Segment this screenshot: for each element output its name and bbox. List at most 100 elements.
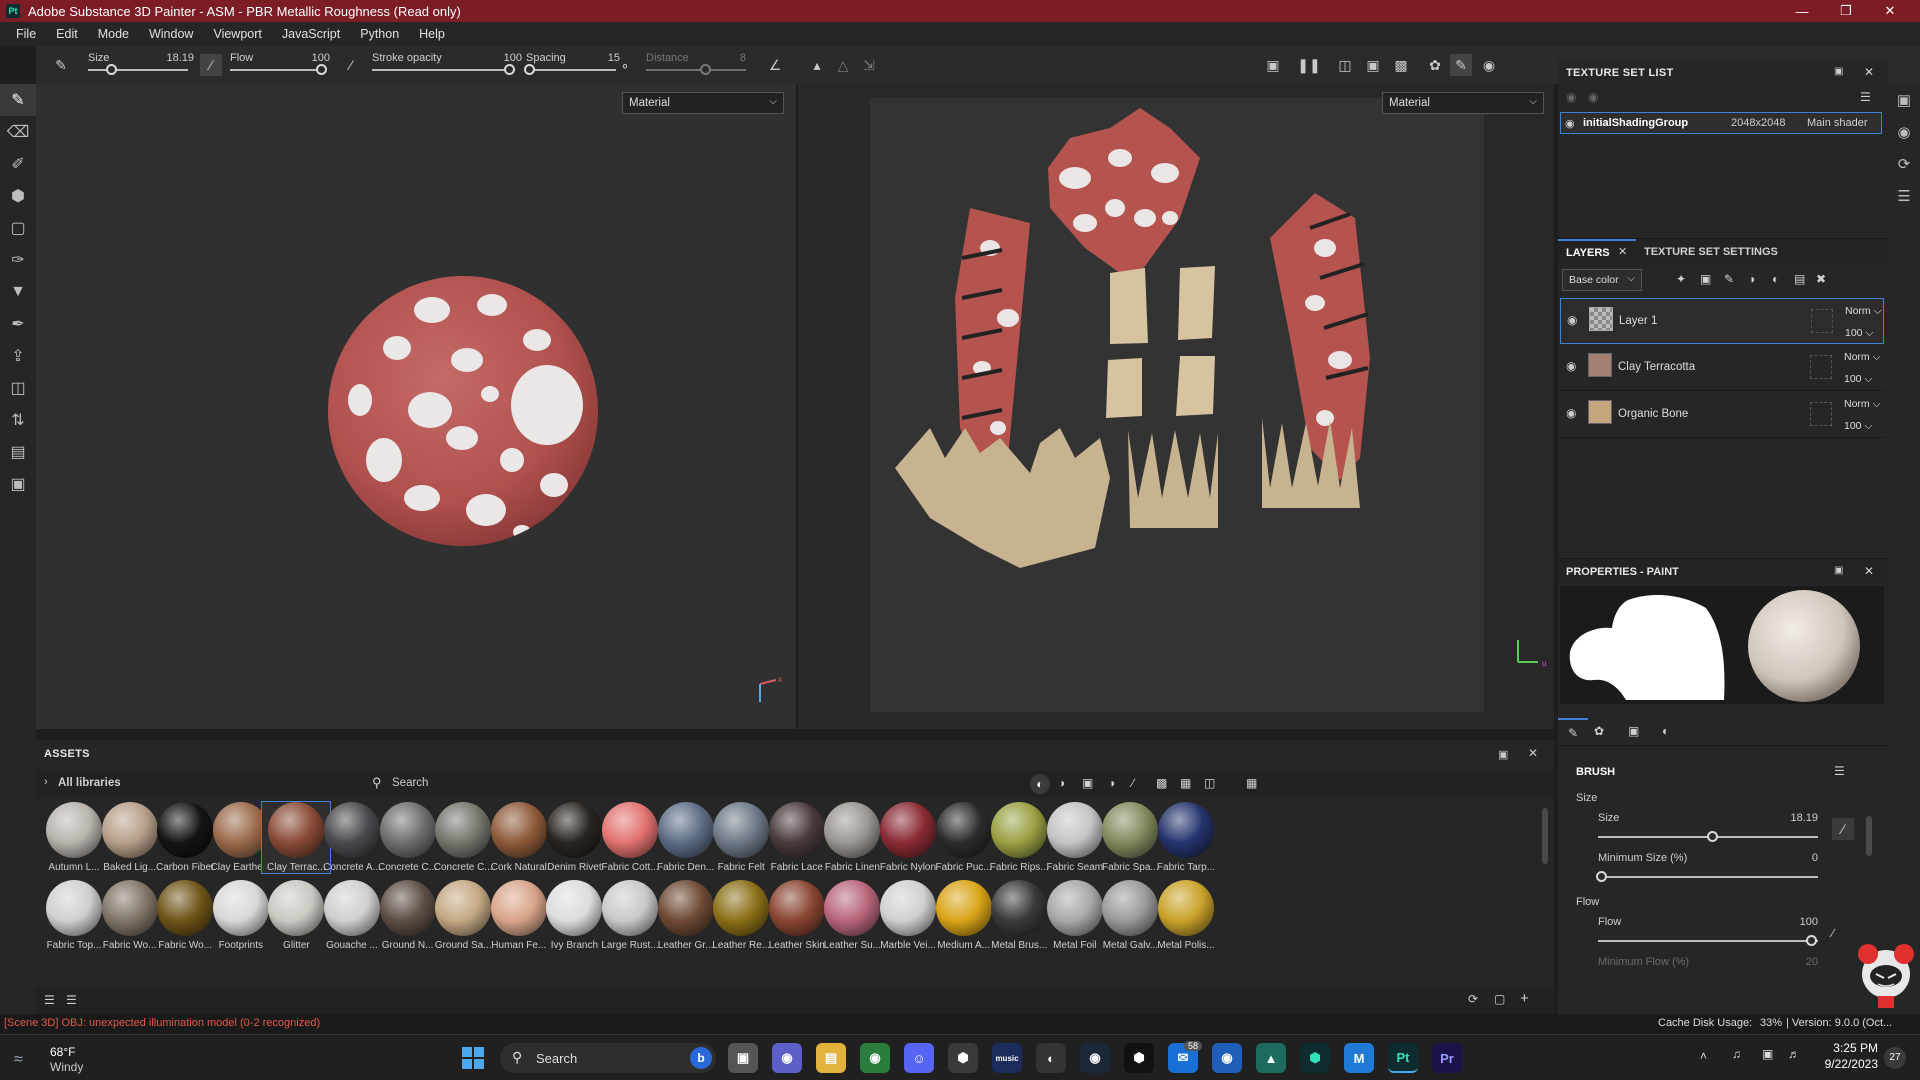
menu-edit[interactable]: Edit xyxy=(46,27,88,41)
measure-icon[interactable]: ▤ xyxy=(0,436,36,468)
file-explorer-icon[interactable]: ▤ xyxy=(816,1043,846,1073)
clock-time[interactable]: 3:25 PM xyxy=(1818,1041,1878,1055)
color-picker-icon[interactable]: ✒ xyxy=(0,308,36,340)
maximize-button[interactable]: ❐ xyxy=(1824,0,1868,22)
flow-knob[interactable] xyxy=(316,64,327,75)
menu-python[interactable]: Python xyxy=(350,27,409,41)
distance-knob[interactable] xyxy=(700,64,712,75)
close-icon[interactable]: ✕ xyxy=(1864,65,1874,79)
minimize-button[interactable]: — xyxy=(1780,0,1824,22)
layer-row[interactable]: ◉ Organic Bone Norm ⌵ 100 ⌵ xyxy=(1560,392,1884,438)
layer-row[interactable]: ◉ Layer 1 Norm ⌵ 100 ⌵ xyxy=(1560,298,1884,344)
add-fill-layer-icon[interactable]: ◑ xyxy=(1748,272,1755,286)
hide-selection-icon[interactable]: ▣ xyxy=(1262,54,1284,76)
menu-file[interactable]: File xyxy=(6,27,46,41)
chrome-icon[interactable]: ◉ xyxy=(860,1043,890,1073)
viewport-2d[interactable]: Material ⌵ u xyxy=(798,84,1554,729)
eraser-icon[interactable]: ⌫ xyxy=(0,116,36,148)
pause-icon[interactable]: ❚❚ xyxy=(1297,54,1320,76)
substance-painter-icon[interactable]: Pt xyxy=(1388,1043,1418,1073)
eye-icon[interactable]: ◉ xyxy=(1566,406,1576,420)
menu-help[interactable]: Help xyxy=(409,27,455,41)
polygon-fill-icon[interactable]: ⬢ xyxy=(0,180,36,212)
smudge-icon[interactable]: ✑ xyxy=(0,244,36,276)
lazy-mouse-icon[interactable]: ∘ xyxy=(614,54,636,76)
add-asset-icon[interactable]: + xyxy=(1520,990,1529,1007)
spacing-knob[interactable] xyxy=(524,64,535,75)
history-icon[interactable]: ⟳ xyxy=(1888,148,1920,180)
brush-preset-icon[interactable]: ✎ xyxy=(50,54,72,76)
steam-icon[interactable]: ◉ xyxy=(1080,1043,1110,1073)
angle-icon[interactable]: ∠ xyxy=(764,54,786,76)
geometry-mask-icon[interactable]: ▢ xyxy=(0,212,36,244)
camera-icon[interactable]: ▩ xyxy=(1390,54,1412,76)
library-selector[interactable]: All libraries xyxy=(58,777,121,789)
status-error-message[interactable]: [Scene 3D] OBJ: unexpected illumination … xyxy=(4,1017,320,1029)
eye-icon[interactable]: ◉ xyxy=(1565,117,1575,130)
filter-alphas-icon[interactable]: ▦ xyxy=(1180,776,1191,790)
tree-view-icon[interactable]: ☰ xyxy=(66,993,77,1007)
undock-icon[interactable]: ▣ xyxy=(1834,565,1843,576)
clone-stamp-icon[interactable]: ▼ xyxy=(0,276,36,308)
clock-date[interactable]: 9/22/2023 xyxy=(1808,1057,1878,1071)
menu-window[interactable]: Window xyxy=(139,27,203,41)
eye-icon[interactable]: ◉ xyxy=(1567,313,1577,327)
premiere-pro-icon[interactable]: Pr xyxy=(1432,1043,1462,1073)
filter-masks-icon[interactable]: ▣ xyxy=(1082,776,1093,790)
prop-min-size-knob[interactable] xyxy=(1596,871,1607,882)
assets-search-input[interactable]: Search xyxy=(392,777,428,789)
close-tab-icon[interactable]: ✕ xyxy=(1618,245,1627,258)
add-folder-icon[interactable]: ▤ xyxy=(1794,272,1805,286)
visibility-off-icon[interactable]: ◉ xyxy=(1566,90,1576,104)
epic-games-icon[interactable]: ⬢ xyxy=(1124,1043,1154,1073)
stencil-tab-icon[interactable]: ◐ xyxy=(1662,724,1669,738)
projection-icon[interactable]: ✐ xyxy=(0,148,36,180)
flow-pressure-icon[interactable]: ∕ xyxy=(340,54,362,76)
assets-undock-icon[interactable]: ▣ xyxy=(1498,748,1508,761)
material-tab-icon[interactable]: ✿ xyxy=(1594,724,1604,738)
assets-close-icon[interactable]: ✕ xyxy=(1528,746,1538,760)
opacity-field[interactable]: 100 ⌵ xyxy=(1844,373,1872,386)
delete-layer-icon[interactable]: ✖ xyxy=(1816,272,1826,286)
menu-mode[interactable]: Mode xyxy=(88,27,139,41)
layer-row[interactable]: ◉ Clay Terracotta Norm ⌵ 100 ⌵ xyxy=(1560,345,1884,391)
symmetry-icon[interactable]: ▴ xyxy=(806,54,828,76)
speaker-icon[interactable]: ♬ xyxy=(1788,1047,1800,1061)
viewport-3d-channel-dropdown[interactable]: Material ⌵ xyxy=(622,92,784,114)
opacity-field[interactable]: 100 ⌵ xyxy=(1845,327,1873,340)
chevron-right-icon[interactable]: › xyxy=(44,776,48,788)
undock-icon[interactable]: ▣ xyxy=(1834,66,1843,77)
prop-size-knob[interactable] xyxy=(1707,831,1719,842)
filter-brushes-icon[interactable]: ∕ xyxy=(1132,776,1134,790)
blend-mode-dropdown[interactable]: Norm ⌵ xyxy=(1844,398,1881,411)
display-icon[interactable]: ▣ xyxy=(1762,1047,1773,1061)
maya-icon[interactable]: M xyxy=(1344,1043,1374,1073)
taskbar-search-box[interactable]: ⚲ Search b xyxy=(500,1043,716,1073)
substance-designer-icon[interactable]: ⬢ xyxy=(1300,1043,1330,1073)
filter-materials-icon[interactable]: ◐ xyxy=(1030,774,1050,794)
preset-menu-icon[interactable]: ☰ xyxy=(1834,764,1845,778)
filter-textures-icon[interactable]: ▩ xyxy=(1156,776,1167,790)
amazon-music-icon[interactable]: music xyxy=(992,1043,1022,1073)
pen-pressure-icon[interactable]: ∕ xyxy=(200,54,222,76)
3d-view-icon[interactable]: ▣ xyxy=(1362,54,1384,76)
obs-icon[interactable]: ◐ xyxy=(1036,1043,1066,1073)
refresh-icon[interactable]: ⟳ xyxy=(1468,992,1478,1006)
flow-pressure-icon[interactable]: ∕ xyxy=(1832,926,1834,940)
add-paint-layer-icon[interactable]: ✎ xyxy=(1724,272,1734,286)
filter-filters-icon[interactable]: ◑ xyxy=(1108,776,1115,790)
windows-start-icon[interactable] xyxy=(458,1043,488,1073)
maps-icon[interactable]: ▲ xyxy=(1256,1043,1286,1073)
brush-tab-icon[interactable]: ✎ xyxy=(1558,718,1588,746)
layer-mask-slot[interactable] xyxy=(1810,355,1832,379)
add-mask-icon[interactable]: ▣ xyxy=(1700,272,1711,286)
size-pressure-icon[interactable]: ∕ xyxy=(1832,818,1854,840)
eye-icon[interactable]: ◉ xyxy=(1588,90,1598,104)
teams-icon[interactable]: ◉ xyxy=(772,1043,802,1073)
close-icon[interactable]: ✕ xyxy=(1864,564,1874,578)
display-settings-icon[interactable]: ▣ xyxy=(1888,84,1920,116)
channel-dropdown[interactable]: Base color ⌵ xyxy=(1562,269,1642,291)
bake-icon[interactable]: ✿ xyxy=(1424,54,1446,76)
blend-mode-dropdown[interactable]: Norm ⌵ xyxy=(1845,305,1882,318)
alpha-tab-icon[interactable]: ▣ xyxy=(1628,724,1639,738)
